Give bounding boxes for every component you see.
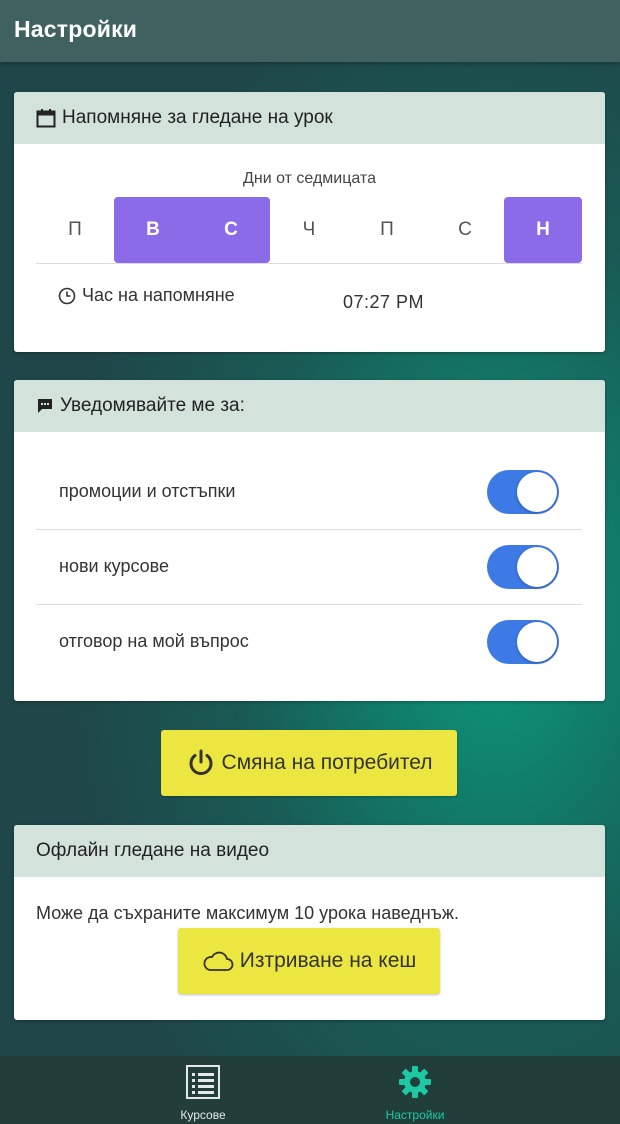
notifications-card-header: Уведомявайте ме за: <box>14 380 605 432</box>
day-sat[interactable]: С <box>426 197 504 263</box>
notifications-card: Уведомявайте ме за: промоции и отстъпки … <box>14 380 605 701</box>
toggle-knob <box>517 621 557 662</box>
clear-cache-label: Изтриване на кеш <box>239 949 417 972</box>
nav-courses-tab[interactable]: Курсове <box>103 1056 303 1124</box>
offline-card-title: Офлайн гледане на видео <box>36 840 270 861</box>
cloud-icon <box>203 951 234 971</box>
reminder-time-label-row: Час на напомняне <box>58 285 235 306</box>
top-app-bar: Настройки <box>0 0 620 62</box>
switch-user-label: Смяна на потребител <box>221 751 433 774</box>
day-wed[interactable]: С <box>192 197 270 263</box>
notify-row-question-answer: отговор на мой въпрос <box>36 604 582 679</box>
gear-icon <box>399 1066 431 1098</box>
notify-promotions-toggle[interactable] <box>487 469 559 514</box>
reminder-card: Напомняне за гледане на урок Дни от седм… <box>14 92 605 352</box>
switch-user-button[interactable]: Смяна на потребител <box>161 730 457 796</box>
notify-promotions-label: промоции и отстъпки <box>59 481 236 501</box>
notifications-card-title: Уведомявайте ме за: <box>60 395 245 416</box>
clear-cache-button[interactable]: Изтриване на кеш <box>178 928 440 994</box>
reminder-time-picker[interactable]: 07:27 PM <box>343 292 424 313</box>
toggle-knob <box>517 546 557 587</box>
days-of-week-label: Дни от седмицата <box>243 170 376 187</box>
reminder-card-header: Напомняне за гледане на урок <box>14 92 605 144</box>
day-tue[interactable]: В <box>114 197 192 263</box>
calendar-icon <box>36 109 56 128</box>
notify-new-courses-label: нови курсове <box>59 556 170 576</box>
reminder-card-title: Напомняне за гледане на урок <box>62 107 333 128</box>
notify-row-new-courses: нови курсове <box>36 529 582 605</box>
notify-row-promotions: промоции и отстъпки <box>36 454 582 530</box>
offline-card-header: Офлайн гледане на видео <box>14 825 605 877</box>
nav-settings-tab[interactable]: Настройки <box>315 1056 515 1124</box>
day-mon[interactable]: П <box>36 197 114 263</box>
notify-new-courses-toggle[interactable] <box>487 544 559 589</box>
days-of-week-selector: П В С Ч П С Н <box>36 197 582 264</box>
offline-info-text: Може да съхраните максимум 10 урока наве… <box>36 903 459 923</box>
day-thu[interactable]: Ч <box>270 197 348 263</box>
reminder-time-label: Час на напомняне <box>82 285 235 305</box>
power-icon <box>189 749 212 775</box>
notify-question-answer-toggle[interactable] <box>487 619 559 664</box>
bottom-navigation: Курсове Настройки <box>0 1056 620 1124</box>
list-icon <box>186 1065 220 1099</box>
chat-bubble-icon <box>38 399 52 413</box>
nav-settings-label: Настройки <box>385 1108 445 1122</box>
page-title: Настройки <box>14 16 138 42</box>
toggle-knob <box>517 471 557 512</box>
notify-question-answer-label: отговор на мой въпрос <box>59 631 249 651</box>
clock-icon <box>58 287 76 304</box>
day-sun[interactable]: Н <box>504 197 582 263</box>
day-fri[interactable]: П <box>348 197 426 263</box>
offline-video-card: Офлайн гледане на видео Може да съхранит… <box>14 825 605 1020</box>
nav-courses-label: Курсове <box>180 1108 226 1122</box>
